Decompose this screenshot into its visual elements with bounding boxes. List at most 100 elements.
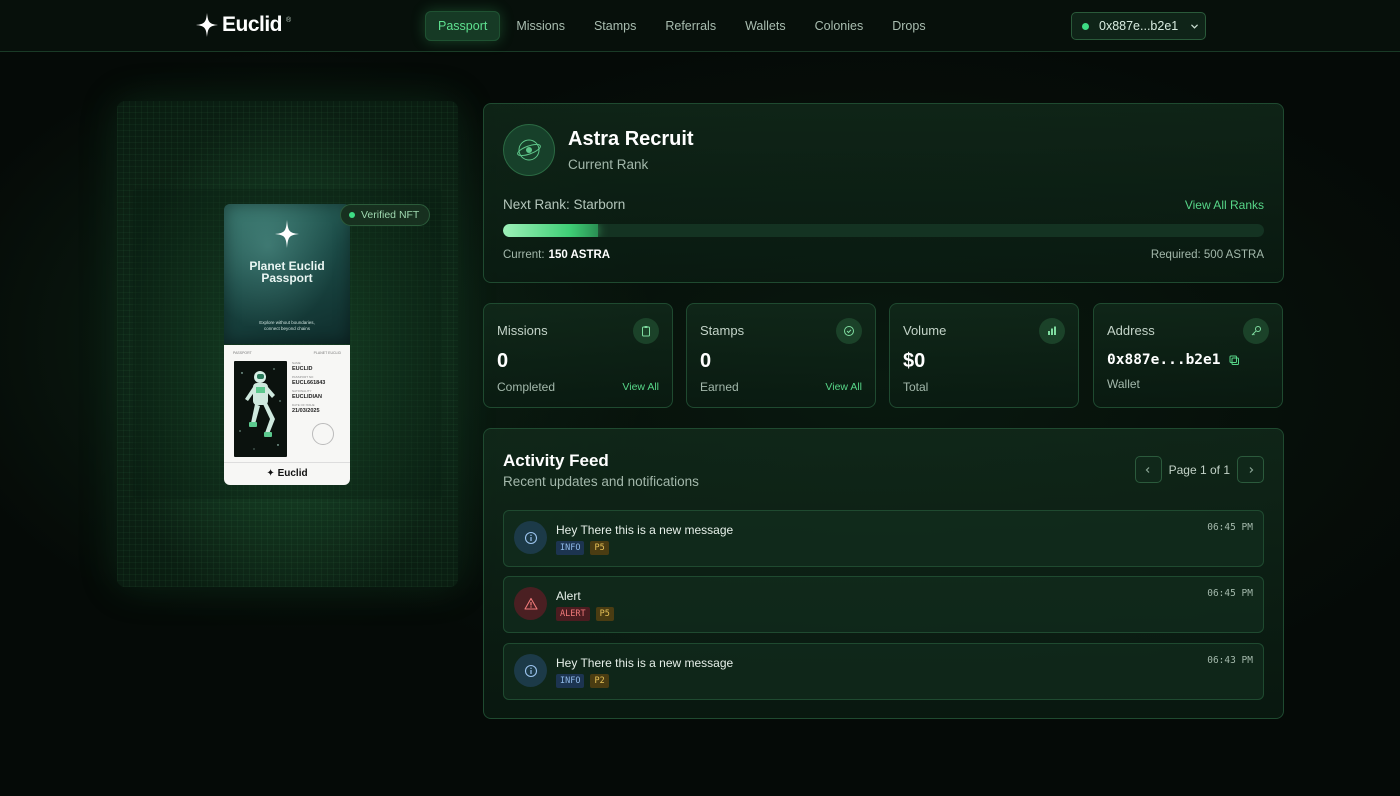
top-header: Euclid ® Passport Missions Stamps Referr… [0, 0, 1400, 52]
feed-item[interactable]: Hey There this is a new message INFO P5 … [503, 510, 1264, 567]
stat-value: $0 [903, 350, 926, 372]
wallet-dropdown-button[interactable]: 0x887e...b2e1 [1071, 12, 1206, 40]
feed-item[interactable]: Alert ALERT P5 06:45 PM [503, 576, 1264, 633]
clipboard-icon [633, 318, 659, 344]
stat-sub: Total [903, 380, 929, 394]
info-icon [514, 521, 547, 554]
passport-id-page: PASSPORT PLANET EUCLID NAME EUCLID PASSP… [224, 345, 350, 485]
stat-sub: Completed [497, 380, 556, 394]
key-icon [1243, 318, 1269, 344]
missions-view-all-link[interactable]: View All [622, 381, 659, 393]
wallet-address: 0x887e...b2e1 [1099, 19, 1179, 33]
type-tag: ALERT [556, 607, 590, 621]
stat-label: Address [1107, 323, 1155, 338]
stat-sub: Wallet [1107, 377, 1140, 391]
seal-icon [312, 423, 334, 445]
stat-value: 0 [700, 350, 712, 372]
verified-nft-badge: Verified NFT [340, 204, 431, 226]
address-value: 0x887e...b2e1 [1107, 352, 1221, 368]
activity-feed-card: Activity Feed Recent updates and notific… [483, 428, 1284, 719]
euclid-logo[interactable]: Euclid ® [196, 13, 291, 37]
astronaut-photo [234, 361, 287, 457]
field-value: EUCLIDIAN [292, 394, 322, 400]
field-value: EUCL661843 [292, 380, 326, 386]
required-points: Required: 500 ASTRA [1150, 249, 1264, 261]
chevron-right-icon [1249, 466, 1253, 473]
feed-item[interactable]: Hey There this is a new message INFO P2 … [503, 643, 1264, 700]
nav-referrals[interactable]: Referrals [652, 11, 729, 41]
feed-timestamp: 06:43 PM [1207, 655, 1253, 666]
feed-subtitle: Recent updates and notifications [503, 474, 699, 489]
stamps-view-all-link[interactable]: View All [825, 381, 862, 393]
stamps-stat-card: Stamps 0 Earned View All [686, 303, 876, 408]
feed-tags: INFO P5 [556, 541, 609, 555]
logo-text: Euclid [222, 13, 283, 36]
stat-label: Volume [903, 323, 947, 338]
rank-emblem-icon [503, 124, 555, 176]
view-all-ranks-link[interactable]: View All Ranks [1185, 198, 1264, 212]
bar-chart-icon [1039, 318, 1065, 344]
rank-progress-bar [503, 224, 1264, 237]
feed-message: Hey There this is a new message [556, 656, 734, 670]
field-value: 21/03/2025 [292, 408, 320, 414]
passport-fields: NAME EUCLID PASSPORT NO EUCL661843 NATIO… [292, 361, 344, 417]
passport-footer-logo: ✦ Euclid [266, 468, 308, 479]
priority-tag: P5 [590, 541, 609, 555]
copy-icon[interactable] [1229, 355, 1240, 366]
passport-motto: Explore without boundaries, connect beyo… [259, 320, 315, 331]
nav-passport[interactable]: Passport [425, 11, 501, 41]
stat-value: 0 [497, 350, 509, 372]
passport-page-header: PASSPORT PLANET EUCLID [233, 351, 341, 355]
verified-label: Verified NFT [361, 209, 420, 221]
next-page-button[interactable] [1237, 456, 1264, 483]
feed-tags: INFO P2 [556, 674, 609, 688]
feed-pagination: Page 1 of 1 [1134, 456, 1264, 483]
nav-drops[interactable]: Drops [879, 11, 938, 41]
volume-stat-card: Volume $0 Total [889, 303, 1079, 408]
rank-progress-fill [503, 224, 599, 237]
nav-wallets[interactable]: Wallets [732, 11, 799, 41]
next-rank-label: Next Rank: Starborn [503, 197, 626, 212]
chevron-down-icon [1191, 24, 1199, 29]
check-circle-icon [836, 318, 862, 344]
main-nav: Passport Missions Stamps Referrals Walle… [425, 11, 942, 41]
nav-colonies[interactable]: Colonies [802, 11, 877, 41]
type-tag: INFO [556, 541, 585, 555]
star-emblem-icon [275, 220, 299, 248]
feed-timestamp: 06:45 PM [1207, 588, 1253, 599]
star-logo-icon [196, 13, 218, 37]
passport-cover[interactable]: Planet Euclid Passport Explore without b… [224, 204, 350, 344]
feed-title: Activity Feed [503, 451, 609, 470]
feed-message: Alert [556, 589, 581, 603]
divider [224, 462, 350, 463]
planet-rank-icon [517, 139, 541, 161]
address-stat-card: Address 0x887e...b2e1 Wallet [1093, 303, 1283, 408]
passport-panel [117, 101, 458, 587]
stat-label: Stamps [700, 323, 745, 338]
missions-stat-card: Missions 0 Completed View All [483, 303, 673, 408]
logo-trademark: ® [286, 16, 292, 24]
stat-value: 0x887e...b2e1 [1107, 352, 1240, 368]
feed-timestamp: 06:45 PM [1207, 522, 1253, 533]
prev-page-button[interactable] [1134, 456, 1162, 483]
rank-subtitle: Current Rank [568, 157, 649, 172]
rank-title: Astra Recruit [568, 128, 694, 150]
astronaut-icon [239, 368, 281, 450]
current-points: Current: 150 ASTRA [503, 249, 611, 261]
info-icon [514, 654, 547, 687]
priority-tag: P2 [590, 674, 609, 688]
warning-icon [514, 587, 547, 620]
feed-tags: ALERT P5 [556, 607, 614, 621]
feed-message: Hey There this is a new message [556, 523, 734, 537]
passport-cover-title: Planet Euclid Passport [249, 259, 325, 285]
nav-missions[interactable]: Missions [503, 11, 578, 41]
field-value: EUCLID [292, 366, 313, 372]
chevron-left-icon [1145, 466, 1150, 473]
nav-stamps[interactable]: Stamps [581, 11, 649, 41]
type-tag: INFO [556, 674, 585, 688]
priority-tag: P5 [595, 607, 614, 621]
page-indicator: Page 1 of 1 [1168, 462, 1230, 477]
stat-label: Missions [497, 323, 548, 338]
connected-status-dot [1082, 22, 1089, 30]
verified-dot [349, 212, 355, 218]
